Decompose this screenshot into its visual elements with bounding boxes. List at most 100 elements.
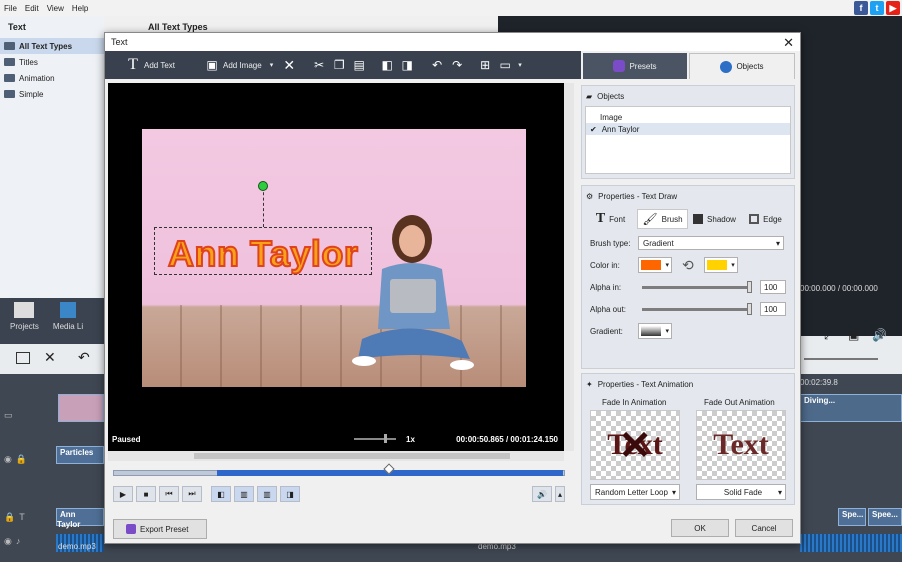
folder-icon: [4, 90, 15, 98]
rotation-guide: [263, 187, 264, 227]
music-icon[interactable]: ♪: [16, 536, 21, 546]
particles-clip[interactable]: Particles: [56, 446, 104, 464]
tab-label: Presets: [629, 61, 657, 71]
brush-icon: 🖌: [642, 212, 658, 226]
alpha-out-slider[interactable]: [642, 302, 752, 315]
previous-button[interactable]: ⏮: [159, 486, 179, 502]
youtube-icon[interactable]: ▶: [886, 1, 900, 15]
chevron-down-icon[interactable]: ▾: [518, 61, 522, 69]
video-clip-diving[interactable]: Diving...: [800, 394, 902, 422]
volume-button[interactable]: 🔊: [532, 486, 552, 502]
dialog-timeline-slider[interactable]: [113, 463, 565, 479]
nav-media-library[interactable]: Media Li: [53, 302, 83, 344]
tree-item-simple[interactable]: Simple: [0, 86, 104, 102]
twitter-icon[interactable]: t: [870, 1, 884, 15]
tree-item-animation[interactable]: Animation: [0, 70, 104, 86]
ok-button[interactable]: OK: [671, 519, 729, 537]
lock-icon[interactable]: 🔒: [4, 512, 15, 523]
play-button[interactable]: ▶: [113, 486, 133, 502]
paste-icon[interactable]: ▤: [352, 58, 366, 72]
list-item-image[interactable]: Image: [586, 111, 790, 123]
panel-tabs: Presets Objects: [583, 53, 795, 79]
text-clip-2[interactable]: Spe...: [838, 508, 866, 526]
canvas-text[interactable]: Ann Taylor: [167, 232, 359, 275]
list-item-ann-taylor[interactable]: ✔ Ann Taylor: [586, 123, 790, 135]
alpha-out-input[interactable]: 100: [760, 302, 786, 316]
tab-font[interactable]: T Font: [586, 209, 635, 229]
clip-label: Diving...: [804, 396, 836, 405]
nav-projects[interactable]: Projects: [10, 302, 39, 344]
fade-in-preview[interactable]: Text ✕: [590, 410, 680, 480]
menu-edit[interactable]: Edit: [25, 4, 39, 13]
fade-out-preview[interactable]: Text: [696, 410, 786, 480]
alpha-in-input[interactable]: 100: [760, 280, 786, 294]
menu-help[interactable]: Help: [72, 4, 88, 13]
stop-button[interactable]: ■: [136, 486, 156, 502]
speed-slider[interactable]: [354, 434, 396, 443]
brush-type-select[interactable]: Gradient: [638, 236, 784, 250]
close-icon[interactable]: ✕: [783, 36, 794, 49]
swap-colors-icon[interactable]: ⟲: [682, 257, 694, 274]
color-b-picker[interactable]: [703, 257, 738, 273]
color-in-label: Color in:: [590, 260, 620, 270]
send-back-icon[interactable]: ◧: [380, 58, 394, 72]
undo-icon[interactable]: ↶: [78, 349, 90, 366]
delete-icon[interactable]: ✕: [44, 349, 56, 366]
text-clip-3[interactable]: Spee...: [868, 508, 902, 526]
undo-icon[interactable]: ↶: [430, 58, 444, 72]
track-controls: ◉ 🔒: [0, 448, 56, 470]
video-clip[interactable]: [58, 394, 104, 422]
lock-icon[interactable]: 🔒: [16, 454, 27, 465]
export-preset-button[interactable]: Export Preset: [113, 519, 207, 539]
tab-brush[interactable]: 🖌 Brush: [637, 209, 688, 229]
trim-out-button[interactable]: ▥: [257, 486, 277, 502]
film-icon: [60, 302, 77, 318]
bring-front-icon[interactable]: ◨: [400, 58, 414, 72]
text-clip[interactable]: Ann Taylor: [56, 508, 104, 529]
cancel-button[interactable]: Cancel: [735, 519, 793, 537]
volume-chevron-icon[interactable]: ▴: [555, 486, 565, 502]
menu-file[interactable]: File: [4, 4, 17, 13]
tab-presets[interactable]: Presets: [583, 53, 687, 79]
fade-in-select[interactable]: Random Letter Loop: [590, 484, 680, 500]
eye-icon[interactable]: ◉: [4, 536, 12, 547]
animation-icon: ✦: [586, 379, 593, 389]
rotation-handle[interactable]: [258, 181, 268, 191]
next-button[interactable]: ⏭: [182, 486, 202, 502]
cut-icon[interactable]: ✂: [312, 58, 326, 72]
mark-in-button[interactable]: ◧: [211, 486, 231, 502]
tab-objects[interactable]: Objects: [689, 53, 795, 79]
copy-icon[interactable]: ❐: [332, 58, 346, 72]
tree-item-all-text-types[interactable]: All Text Types: [0, 38, 104, 54]
gradient-picker[interactable]: [638, 323, 672, 339]
tree-item-titles[interactable]: Titles: [0, 54, 104, 70]
crop-icon[interactable]: ▣: [848, 328, 859, 342]
horizontal-scrollbar[interactable]: [108, 451, 564, 461]
trim-in-button[interactable]: ▥: [234, 486, 254, 502]
color-a-picker[interactable]: [638, 257, 672, 273]
grid-icon[interactable]: [16, 352, 30, 364]
film-strip-icon[interactable]: ▭: [4, 410, 13, 421]
eye-icon[interactable]: ◉: [4, 454, 12, 465]
tab-shadow[interactable]: Shadow: [690, 209, 739, 229]
add-text-button[interactable]: T Add Text: [123, 53, 178, 77]
grid-icon[interactable]: ⊞: [478, 58, 492, 72]
mark-out-button[interactable]: ◨: [280, 486, 300, 502]
objects-list: Image ✔ Ann Taylor: [585, 106, 791, 174]
preview-canvas[interactable]: Ann Taylor: [142, 129, 526, 387]
delete-icon[interactable]: ✕: [282, 57, 296, 73]
tab-edge[interactable]: Edge: [741, 209, 790, 229]
monitor-icon[interactable]: ▭: [498, 58, 512, 72]
redo-icon[interactable]: ↷: [450, 58, 464, 72]
vertical-scrollbar[interactable]: [564, 83, 574, 451]
zoom-slider[interactable]: [804, 358, 878, 360]
volume-icon[interactable]: 🔊: [872, 328, 887, 342]
menu-view[interactable]: View: [47, 4, 64, 13]
facebook-icon[interactable]: f: [854, 1, 868, 15]
snapshot-icon[interactable]: ⤢: [824, 328, 834, 343]
alpha-in-slider[interactable]: [642, 280, 752, 293]
text-track-icon[interactable]: T: [19, 512, 25, 522]
audio-clip[interactable]: [800, 534, 902, 552]
fade-out-select[interactable]: Solid Fade: [696, 484, 786, 500]
add-image-button[interactable]: ▣ Add Image ▾: [202, 53, 276, 77]
